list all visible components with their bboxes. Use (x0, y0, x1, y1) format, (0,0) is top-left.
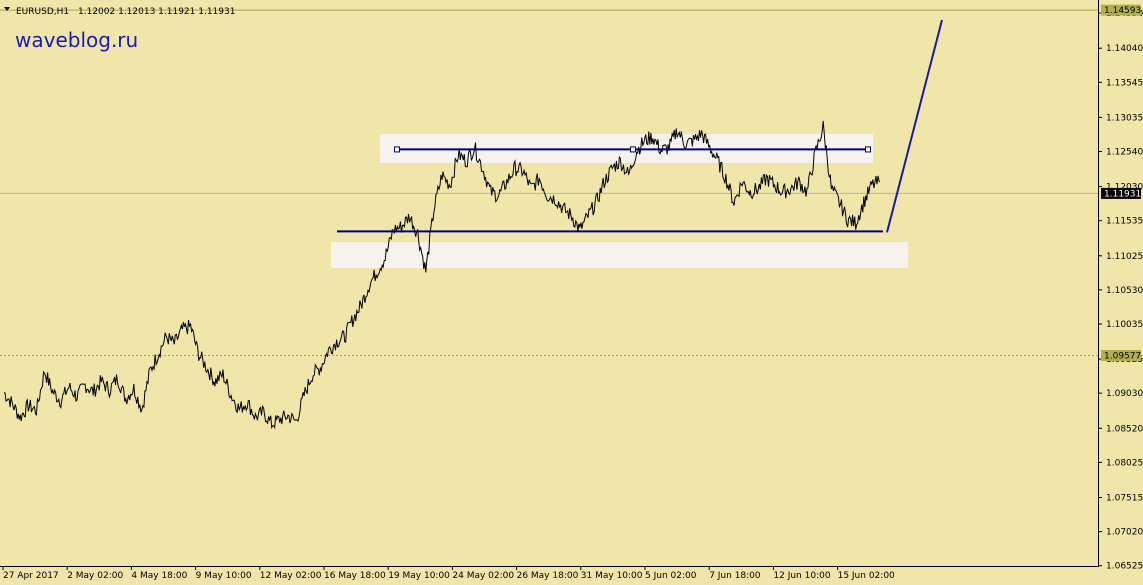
y-tick-label: 1.07515 (1106, 493, 1143, 503)
y-tick-label: 1.10035 (1106, 320, 1143, 330)
y-tick-label: 1.10530 (1106, 286, 1143, 296)
y-tick-label: 1.08520 (1106, 424, 1143, 434)
plot-background (0, 0, 1143, 585)
chart-canvas: 1.145501.140401.135451.130351.125401.120… (0, 0, 1143, 585)
level-label-lower-text: 1.09577 (1104, 352, 1141, 362)
watermark-text: waveblog.ru (15, 28, 138, 52)
y-tick-label: 1.13035 (1106, 113, 1143, 123)
y-tick-label: 1.14040 (1106, 44, 1143, 54)
y-tick-label: 1.07020 (1106, 528, 1143, 538)
current-price-label-text: 1.11931 (1104, 189, 1141, 199)
y-tick-label: 1.11535 (1106, 217, 1143, 227)
ohlc-label: 1.12002 1.12013 1.11921 1.11931 (78, 7, 235, 17)
x-tick-label: 5 Jun 02:00 (645, 571, 697, 581)
x-tick-label: 15 Jun 02:00 (838, 571, 895, 581)
x-tick-label: 4 May 18:00 (131, 571, 187, 581)
support-zone[interactable] (331, 242, 908, 268)
channel-upper-handle-right[interactable] (865, 146, 871, 153)
y-tick-label: 1.12540 (1106, 147, 1143, 157)
y-tick-label: 1.11025 (1106, 252, 1143, 262)
channel-upper-handle-left[interactable] (394, 146, 400, 153)
x-tick-label: 31 May 10:00 (581, 571, 643, 581)
x-tick-label: 9 May 10:00 (196, 571, 252, 581)
y-tick-label: 1.13545 (1106, 78, 1143, 88)
level-label-lower: 1.09577 (1101, 350, 1141, 362)
y-tick-label: 1.08025 (1106, 458, 1143, 468)
level-label-upper: 1.14593 (1101, 4, 1141, 16)
x-tick-label: 27 Apr 2017 (3, 571, 59, 581)
x-tick-label: 7 Jun 18:00 (709, 571, 761, 581)
x-tick-label: 2 May 02:00 (67, 571, 123, 581)
y-tick-label: 1.09030 (1106, 389, 1143, 399)
level-label-upper-text: 1.14593 (1104, 6, 1141, 16)
x-tick-label: 24 May 02:00 (452, 571, 514, 581)
x-tick-label: 19 May 10:00 (388, 571, 450, 581)
x-tick-label: 12 May 02:00 (260, 571, 322, 581)
x-tick-label: 16 May 18:00 (324, 571, 386, 581)
channel-upper-handle-mid[interactable] (630, 146, 636, 153)
y-tick-label: 1.06525 (1106, 562, 1143, 572)
current-price-label: 1.11931 (1101, 187, 1141, 199)
x-tick-label: 12 Jun 10:00 (773, 571, 830, 581)
x-tick-label: 26 May 18:00 (517, 571, 579, 581)
symbol-label[interactable]: EURUSD,H1 (16, 7, 69, 17)
